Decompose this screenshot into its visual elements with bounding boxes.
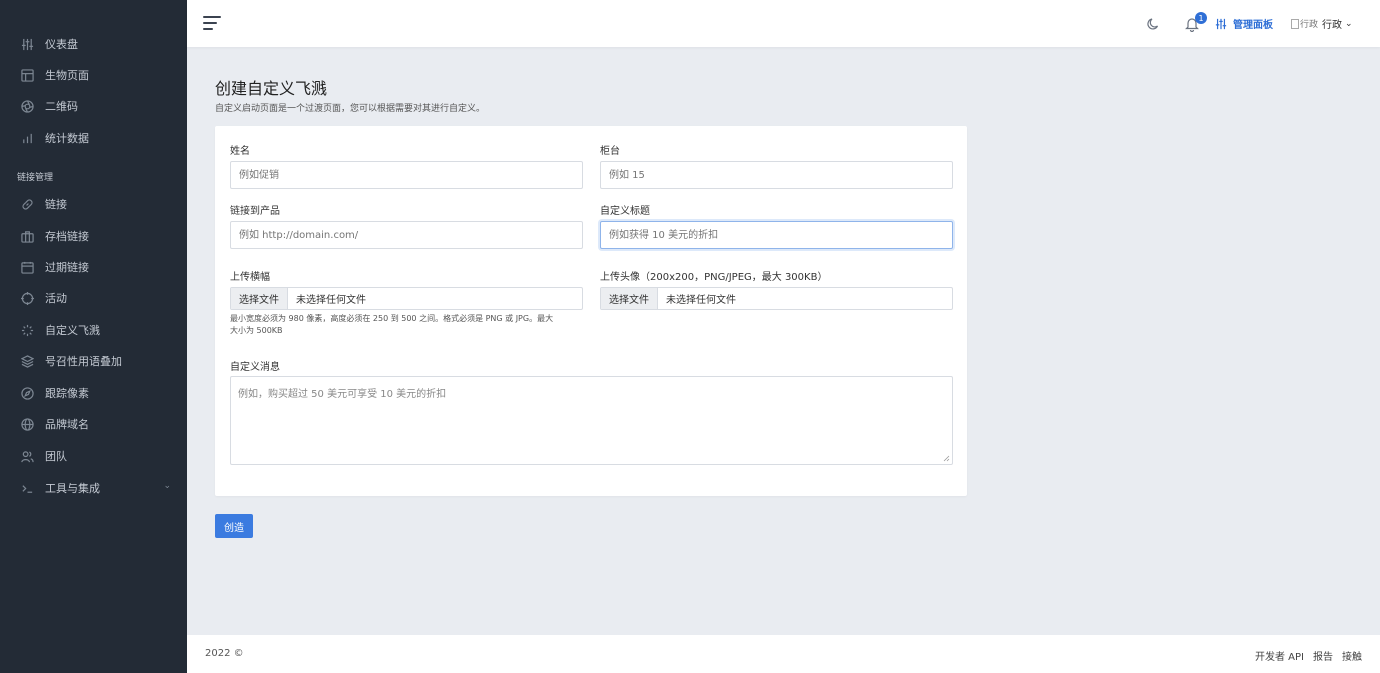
moon-icon[interactable] bbox=[1146, 17, 1160, 31]
footer-link-report[interactable]: 报告 bbox=[1313, 648, 1333, 663]
layout-icon bbox=[20, 68, 34, 82]
sidebar-item-dashboard[interactable]: 仪表盘 bbox=[0, 32, 187, 56]
user-menu[interactable]: 行政 行政 ⌄ bbox=[1291, 16, 1353, 31]
custom-title-label: 自定义标题 bbox=[600, 206, 650, 217]
page-description: 自定义启动页面是一个过渡页面，您可以根据需要对其进行自定义。 bbox=[215, 104, 486, 114]
sidebar-item-tracking-pixels[interactable]: 跟踪像素 bbox=[0, 381, 187, 405]
menu-toggle-icon[interactable] bbox=[203, 16, 221, 30]
chevron-down-icon: ⌄ bbox=[1345, 18, 1353, 29]
sidebar-item-tools-integrations[interactable]: 工具与集成 ⌄ bbox=[0, 476, 187, 500]
sidebar-item-bio-pages[interactable]: 生物页面 bbox=[0, 63, 187, 87]
sidebar-item-label: 跟踪像素 bbox=[45, 387, 89, 400]
admin-panel-link[interactable]: 管理面板 bbox=[1215, 16, 1273, 31]
sidebar-item-label: 品牌域名 bbox=[45, 418, 89, 431]
admin-panel-label: 管理面板 bbox=[1233, 20, 1273, 31]
globe-icon bbox=[20, 417, 34, 431]
banner-hint: 最小宽度必须为 980 像素，高度必须在 250 到 500 之间。格式必须是 … bbox=[230, 314, 554, 335]
bar-chart-icon bbox=[20, 131, 34, 145]
choose-file-button[interactable]: 选择文件 bbox=[601, 288, 658, 309]
link-icon bbox=[20, 197, 34, 211]
sliders-icon bbox=[1215, 18, 1227, 29]
sidebar-item-label: 团队 bbox=[45, 450, 67, 463]
avatar: 行政 bbox=[1291, 17, 1318, 30]
notification-badge: 1 bbox=[1195, 12, 1207, 24]
avatar-upload-label: 上传头像（200x200，PNG/JPEG，最大 300KB） bbox=[600, 272, 828, 283]
banner-label: 上传横幅 bbox=[230, 272, 270, 283]
product-link-input[interactable] bbox=[230, 221, 583, 249]
name-label: 姓名 bbox=[230, 146, 250, 157]
name-input[interactable] bbox=[230, 161, 583, 189]
avatar-file-input[interactable]: 选择文件 未选择任何文件 bbox=[600, 287, 953, 310]
briefcase-icon bbox=[20, 229, 34, 243]
create-button[interactable]: 创造 bbox=[215, 514, 253, 538]
resize-handle-icon[interactable] bbox=[943, 455, 950, 462]
counter-label: 柜台 bbox=[600, 146, 620, 157]
users-icon bbox=[20, 449, 34, 463]
compass-icon bbox=[20, 386, 34, 400]
sidebar-item-custom-splash[interactable]: 自定义飞溅 bbox=[0, 318, 187, 342]
choose-file-button[interactable]: 选择文件 bbox=[231, 288, 288, 309]
target-icon bbox=[20, 291, 34, 305]
sidebar-item-label: 存档链接 bbox=[45, 230, 89, 243]
calendar-icon bbox=[20, 260, 34, 274]
product-link-label: 链接到产品 bbox=[230, 206, 280, 217]
footer-link-developer-api[interactable]: 开发者 API bbox=[1255, 648, 1304, 663]
layers-icon bbox=[20, 354, 34, 368]
top-header: 1 管理面板 行政 行政 ⌄ bbox=[187, 0, 1380, 47]
sidebar-item-label: 自定义飞溅 bbox=[45, 324, 100, 337]
sidebar-item-label: 活动 bbox=[45, 292, 67, 305]
sidebar-item-expired-links[interactable]: 过期链接 bbox=[0, 255, 187, 279]
footer-link-contact[interactable]: 接触 bbox=[1342, 648, 1362, 663]
sidebar-item-archived-links[interactable]: 存档链接 bbox=[0, 224, 187, 248]
sidebar-item-label: 工具与集成 bbox=[45, 482, 100, 495]
custom-title-input[interactable] bbox=[600, 221, 953, 249]
sidebar-item-qr-code[interactable]: 二维码 bbox=[0, 94, 187, 118]
message-placeholder: 例如，购买超过 50 美元可享受 10 美元的折扣 bbox=[238, 389, 447, 400]
no-file-text: 未选择任何文件 bbox=[296, 295, 366, 306]
sidebar-item-label: 过期链接 bbox=[45, 261, 89, 274]
footer: 2022 © 开发者 API 报告 接触 bbox=[187, 635, 1380, 673]
chevron-down-icon: ⌄ bbox=[163, 481, 171, 491]
sidebar-item-brand-domains[interactable]: 品牌域名 bbox=[0, 412, 187, 436]
sidebar-item-cta-overlays[interactable]: 号召性用语叠加 bbox=[0, 349, 187, 373]
sidebar-item-team[interactable]: 团队 bbox=[0, 444, 187, 468]
loader-icon bbox=[20, 323, 34, 337]
sidebar-item-campaigns[interactable]: 活动 bbox=[0, 286, 187, 310]
sidebar-section-label: 链接管理 bbox=[17, 173, 54, 183]
copyright: 2022 © bbox=[205, 648, 244, 659]
sidebar-item-label: 号召性用语叠加 bbox=[45, 355, 122, 368]
sidebar-item-label: 生物页面 bbox=[45, 69, 89, 82]
footer-links: 开发者 API 报告 接触 bbox=[1255, 648, 1362, 663]
sliders-icon bbox=[20, 37, 34, 51]
sidebar-item-links[interactable]: 链接 bbox=[0, 192, 187, 216]
banner-file-input[interactable]: 选择文件 未选择任何文件 bbox=[230, 287, 583, 310]
custom-message-textarea[interactable]: 例如，购买超过 50 美元可享受 10 美元的折扣 bbox=[230, 376, 953, 465]
custom-message-label: 自定义消息 bbox=[230, 362, 280, 373]
terminal-icon bbox=[20, 481, 34, 495]
sidebar-item-label: 统计数据 bbox=[45, 132, 89, 145]
page-title: 创建自定义飞溅 bbox=[215, 79, 328, 98]
no-file-text: 未选择任何文件 bbox=[666, 295, 736, 306]
sidebar: 仪表盘 生物页面 二维码 统计数据 链接管理 链接 存档链接 过期链接 活动 自… bbox=[0, 0, 187, 673]
sidebar-item-label: 仪表盘 bbox=[45, 38, 78, 51]
form-card: 姓名 柜台 链接到产品 自定义标题 上传横幅 选择文件 未选择任何文件 最小宽度… bbox=[215, 126, 967, 496]
sidebar-item-label: 二维码 bbox=[45, 100, 78, 113]
sidebar-item-statistics[interactable]: 统计数据 bbox=[0, 126, 187, 150]
user-name: 行政 bbox=[1322, 20, 1343, 31]
sidebar-item-label: 链接 bbox=[45, 198, 67, 211]
counter-input[interactable] bbox=[600, 161, 953, 189]
aperture-icon bbox=[20, 99, 34, 113]
